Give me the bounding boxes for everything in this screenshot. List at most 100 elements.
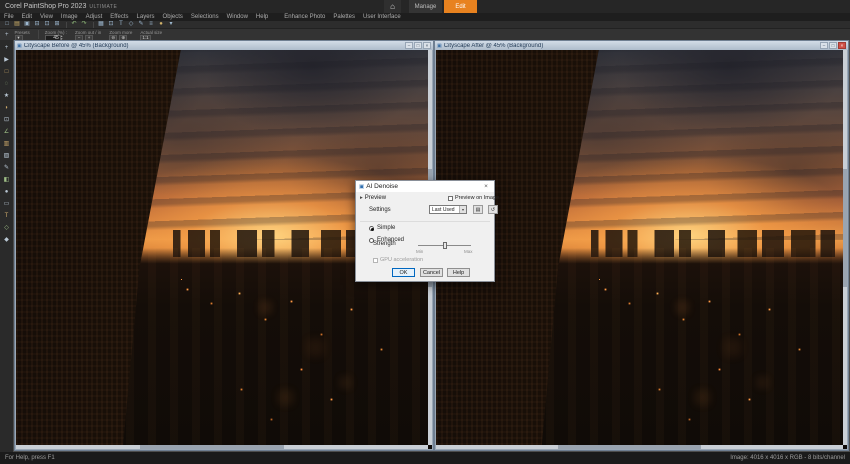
window-after-canvas[interactable] [436, 50, 847, 449]
status-help-text: For Help, press F1 [5, 455, 55, 461]
text-icon[interactable]: T [117, 21, 125, 28]
menu-effects[interactable]: Effects [106, 13, 132, 21]
photo-city-lights [599, 279, 600, 280]
menu-enhance-photo[interactable]: Enhance Photo [280, 13, 329, 21]
dropper-tool-icon[interactable]: ◗ [1, 102, 12, 114]
chevron-right-icon[interactable]: ▸ [360, 195, 363, 201]
eraser-tool-icon[interactable]: ▭ [1, 198, 12, 210]
toolbar-separator [66, 22, 67, 28]
freehand-selection-tool-icon[interactable]: ◌ [1, 78, 12, 90]
window-after-titlebar[interactable]: ▣ Cityscape After @ 45% (Background) – □… [435, 41, 848, 50]
menu-window[interactable]: Window [223, 13, 252, 21]
menu-layers[interactable]: Layers [133, 13, 159, 21]
menu-objects[interactable]: Objects [159, 13, 187, 21]
simple-mode-option[interactable]: Simple [369, 225, 395, 231]
redo-icon[interactable]: ↷ [80, 21, 88, 28]
shapes-icon[interactable]: ◇ [127, 21, 135, 28]
resize-icon[interactable]: ▦ [97, 21, 105, 28]
horizontal-scrollbar[interactable] [436, 445, 843, 449]
close-icon[interactable]: × [481, 183, 491, 190]
window-before-title: Cityscape Before @ 45% (Background) [24, 43, 129, 49]
window-after-controls: – □ × [819, 42, 846, 49]
menu-selections[interactable]: Selections [187, 13, 223, 21]
straighten-tool-icon[interactable]: ∠ [1, 126, 12, 138]
strength-slider[interactable] [418, 245, 471, 246]
window-before-titlebar[interactable]: ▣ Cityscape Before @ 45% (Background) – … [15, 41, 433, 50]
tab-manage[interactable]: Manage [409, 0, 442, 13]
brush-icon[interactable]: ✎ [137, 21, 145, 28]
chevron-down-icon[interactable]: ▾ [459, 206, 466, 213]
menu-edit[interactable]: Edit [18, 13, 36, 21]
new-image-icon[interactable]: □ [3, 21, 11, 28]
scratch-remover-tool-icon[interactable]: ▨ [1, 150, 12, 162]
crop-icon[interactable]: ⊡ [107, 21, 115, 28]
document-icon: ▣ [437, 43, 442, 49]
slider-thumb[interactable] [443, 242, 447, 249]
fill-tool-icon[interactable]: ◧ [1, 174, 12, 186]
pick-tool-icon[interactable]: ▶ [1, 54, 12, 66]
zoom-group: Zoom (%) : 45 ▴▾ [42, 29, 72, 40]
pan-tool-icon[interactable]: + [1, 42, 12, 54]
toolbar-dropdown-icon[interactable]: ▾ [167, 21, 175, 28]
learning-icon[interactable]: ● [157, 21, 165, 28]
print-icon[interactable]: ⊟ [33, 21, 41, 28]
dialog-titlebar[interactable]: ▣ AI Denoise × [356, 181, 494, 192]
magic-wand-tool-icon[interactable]: ★ [1, 90, 12, 102]
image-window-after[interactable]: ▣ Cityscape After @ 45% (Background) – □… [434, 40, 849, 451]
undo-icon[interactable]: ↶ [70, 21, 78, 28]
reset-icon: ↺ [491, 207, 495, 213]
reset-to-default-button[interactable]: ↺ [488, 205, 498, 214]
presets-group: Presets ▾ [12, 29, 35, 40]
simple-label: Simple [377, 225, 395, 231]
close-icon[interactable]: × [423, 42, 431, 49]
preview-on-image-option[interactable]: Preview on Image [448, 195, 499, 201]
ok-button[interactable]: OK [392, 268, 415, 277]
settings-preset-value: Last Used [430, 207, 459, 213]
save-icon: ▤ [476, 207, 481, 213]
pen-tool-icon[interactable]: ◆ [1, 234, 12, 246]
preview-on-image-checkbox[interactable] [448, 196, 453, 201]
save-icon[interactable]: ▣ [23, 21, 31, 28]
simple-radio[interactable] [369, 226, 374, 231]
picture-tube-tool-icon[interactable]: ● [1, 186, 12, 198]
palettes-icon[interactable]: ≡ [147, 21, 155, 28]
selection-tool-icon[interactable]: □ [1, 66, 12, 78]
scrollbar-thumb[interactable] [843, 169, 847, 288]
scan-icon[interactable]: ⊞ [53, 21, 61, 28]
menu-image[interactable]: Image [57, 13, 82, 21]
menu-help[interactable]: Help [252, 13, 272, 21]
save-preset-button[interactable]: ▤ [473, 205, 483, 214]
paint-brush-tool-icon[interactable]: ✎ [1, 162, 12, 174]
text-tool-icon[interactable]: T [1, 210, 12, 222]
preset-shape-tool-icon[interactable]: ◇ [1, 222, 12, 234]
scrollbar-thumb[interactable] [140, 445, 284, 449]
vertical-scrollbar[interactable] [843, 50, 847, 445]
menu-view[interactable]: View [36, 13, 57, 21]
capture-icon[interactable]: ⊡ [43, 21, 51, 28]
settings-preset-dropdown[interactable]: Last Used ▾ [429, 205, 467, 214]
minimize-icon[interactable]: – [405, 42, 413, 49]
menu-user-interface[interactable]: User Interface [359, 13, 405, 21]
maximize-icon[interactable]: □ [414, 42, 422, 49]
preview-expander-row[interactable]: ▸ Preview [360, 195, 386, 201]
dialog-separator [360, 221, 490, 222]
open-icon[interactable]: ▤ [13, 21, 21, 28]
scrollbar-thumb[interactable] [558, 445, 700, 449]
crop-tool-icon[interactable]: ⊡ [1, 114, 12, 126]
menubar: File Edit View Image Adjust Effects Laye… [0, 13, 850, 21]
horizontal-scrollbar[interactable] [16, 445, 428, 449]
minimize-icon[interactable]: – [820, 42, 828, 49]
menu-palettes[interactable]: Palettes [329, 13, 359, 21]
gpu-acceleration-label: GPU acceleration [380, 257, 423, 263]
menu-file[interactable]: File [0, 13, 18, 21]
current-tool-icon: + [2, 32, 12, 38]
help-button[interactable]: Help [447, 268, 470, 277]
cancel-button[interactable]: Cancel [420, 268, 443, 277]
menu-adjust[interactable]: Adjust [82, 13, 107, 21]
maximize-icon[interactable]: □ [829, 42, 837, 49]
home-button[interactable]: ⌂ [384, 0, 401, 13]
clone-tool-icon[interactable]: ▥ [1, 138, 12, 150]
tab-edit[interactable]: Edit [444, 0, 477, 13]
close-icon[interactable]: × [838, 42, 846, 49]
options-separator [38, 30, 39, 39]
